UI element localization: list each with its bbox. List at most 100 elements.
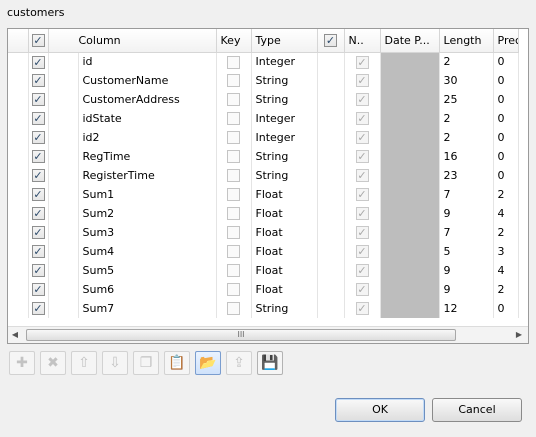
column-name-cell[interactable]: Sum1 xyxy=(78,185,217,204)
date-pattern-cell[interactable] xyxy=(380,71,440,90)
row-select-cell[interactable] xyxy=(28,71,49,90)
header-date-pattern[interactable]: Date P... xyxy=(380,29,440,53)
nullable-cell[interactable] xyxy=(344,71,381,90)
key-cell[interactable] xyxy=(216,147,252,166)
cancel-button[interactable]: Cancel xyxy=(432,398,522,422)
length-cell[interactable]: 9 xyxy=(439,280,494,299)
row-select-cell[interactable] xyxy=(28,109,49,128)
nullable-checkbox[interactable] xyxy=(355,131,369,145)
key-checkbox[interactable] xyxy=(227,226,241,240)
precision-cell[interactable]: 0 xyxy=(493,166,519,185)
nullable-checkbox[interactable] xyxy=(355,112,369,126)
scrollbar-thumb[interactable]: III xyxy=(26,329,456,341)
row-select-cell[interactable] xyxy=(28,52,49,71)
nullable-cell[interactable] xyxy=(344,299,381,318)
header-column[interactable]: Column xyxy=(48,29,217,53)
length-cell[interactable]: 7 xyxy=(439,185,494,204)
header-select-all[interactable] xyxy=(28,29,49,53)
length-cell[interactable]: 9 xyxy=(439,204,494,223)
header-nullable[interactable]: N.. xyxy=(344,29,381,53)
key-cell[interactable] xyxy=(216,299,252,318)
precision-cell[interactable]: 0 xyxy=(493,128,519,147)
column-name-cell[interactable]: Sum3 xyxy=(78,223,217,242)
date-pattern-cell[interactable] xyxy=(380,185,440,204)
row-select-cell[interactable] xyxy=(28,147,49,166)
horizontal-scrollbar[interactable]: ◀ III ▶ xyxy=(8,326,528,343)
type-cell[interactable]: String xyxy=(251,166,318,185)
move-down-button[interactable]: ⇩ xyxy=(102,351,128,375)
column-name-cell[interactable]: idState xyxy=(78,109,217,128)
key-checkbox[interactable] xyxy=(227,55,241,69)
table-row[interactable]: RegTime String 160 xyxy=(8,147,519,166)
row-select-cell[interactable] xyxy=(28,128,49,147)
move-up-button[interactable]: ⇧ xyxy=(71,351,97,375)
precision-cell[interactable]: 4 xyxy=(493,261,519,280)
column-name-cell[interactable]: Sum2 xyxy=(78,204,217,223)
ok-button[interactable]: OK xyxy=(335,398,425,422)
row-select-cell[interactable] xyxy=(28,299,49,318)
row-select-checkbox[interactable] xyxy=(31,169,45,183)
precision-cell[interactable]: 2 xyxy=(493,280,519,299)
precision-cell[interactable]: 0 xyxy=(493,299,519,318)
length-cell[interactable]: 2 xyxy=(439,52,494,71)
table-row[interactable]: Sum3 Float 72 xyxy=(8,223,519,242)
table-row[interactable]: CustomerAddress String 250 xyxy=(8,90,519,109)
table-row[interactable]: id Integer 20 xyxy=(8,52,519,71)
key-checkbox[interactable] xyxy=(227,245,241,259)
row-select-cell[interactable] xyxy=(28,90,49,109)
type-cell[interactable]: String xyxy=(251,147,318,166)
type-cell[interactable]: Integer xyxy=(251,109,318,128)
column-name-cell[interactable]: Sum5 xyxy=(78,261,217,280)
row-select-cell[interactable] xyxy=(28,261,49,280)
column-name-cell[interactable]: RegisterTime xyxy=(78,166,217,185)
nullable-checkbox[interactable] xyxy=(355,207,369,221)
key-checkbox[interactable] xyxy=(227,264,241,278)
type-cell[interactable]: Float xyxy=(251,242,318,261)
column-name-cell[interactable]: Sum7 xyxy=(78,299,217,318)
row-select-checkbox[interactable] xyxy=(31,226,45,240)
table-row[interactable]: Sum1 Float 72 xyxy=(8,185,519,204)
save-button[interactable]: 💾 xyxy=(257,351,283,375)
key-checkbox[interactable] xyxy=(227,283,241,297)
date-pattern-cell[interactable] xyxy=(380,280,440,299)
type-cell[interactable]: String xyxy=(251,90,318,109)
row-select-checkbox[interactable] xyxy=(31,302,45,316)
export-button[interactable]: ⇪ xyxy=(226,351,252,375)
column-name-cell[interactable]: CustomerAddress xyxy=(78,90,217,109)
nullable-checkbox[interactable] xyxy=(355,93,369,107)
key-checkbox[interactable] xyxy=(227,74,241,88)
select-all-checkbox[interactable] xyxy=(31,34,45,47)
key-checkbox[interactable] xyxy=(227,93,241,107)
type-cell[interactable]: Integer xyxy=(251,52,318,71)
type-cell[interactable]: Float xyxy=(251,261,318,280)
precision-cell[interactable]: 3 xyxy=(493,242,519,261)
key-checkbox[interactable] xyxy=(227,302,241,316)
row-select-checkbox[interactable] xyxy=(31,112,45,126)
key-checkbox[interactable] xyxy=(227,169,241,183)
remove-button[interactable]: ✖ xyxy=(40,351,66,375)
header-length[interactable]: Length xyxy=(439,29,494,53)
nullable-cell[interactable] xyxy=(344,185,381,204)
nullable-cell[interactable] xyxy=(344,128,381,147)
date-pattern-cell[interactable] xyxy=(380,242,440,261)
nullable-cell[interactable] xyxy=(344,280,381,299)
column-name-cell[interactable]: CustomerName xyxy=(78,71,217,90)
length-cell[interactable]: 9 xyxy=(439,261,494,280)
add-button[interactable]: ✚ xyxy=(9,351,35,375)
nullable-checkbox[interactable] xyxy=(355,150,369,164)
copy-button[interactable]: ❐ xyxy=(133,351,159,375)
paste-button[interactable]: 📋 xyxy=(164,351,190,375)
import-button[interactable]: 📂 xyxy=(195,351,221,375)
nullable-checkbox[interactable] xyxy=(355,55,369,69)
precision-cell[interactable]: 0 xyxy=(493,52,519,71)
nullable-cell[interactable] xyxy=(344,52,381,71)
date-pattern-cell[interactable] xyxy=(380,109,440,128)
precision-cell[interactable]: 0 xyxy=(493,90,519,109)
row-select-checkbox[interactable] xyxy=(31,245,45,259)
key-cell[interactable] xyxy=(216,52,252,71)
table-row[interactable]: id2 Integer 20 xyxy=(8,128,519,147)
key-cell[interactable] xyxy=(216,90,252,109)
precision-cell[interactable]: 4 xyxy=(493,204,519,223)
key-cell[interactable] xyxy=(216,242,252,261)
table-row[interactable]: Sum5 Float 94 xyxy=(8,261,519,280)
